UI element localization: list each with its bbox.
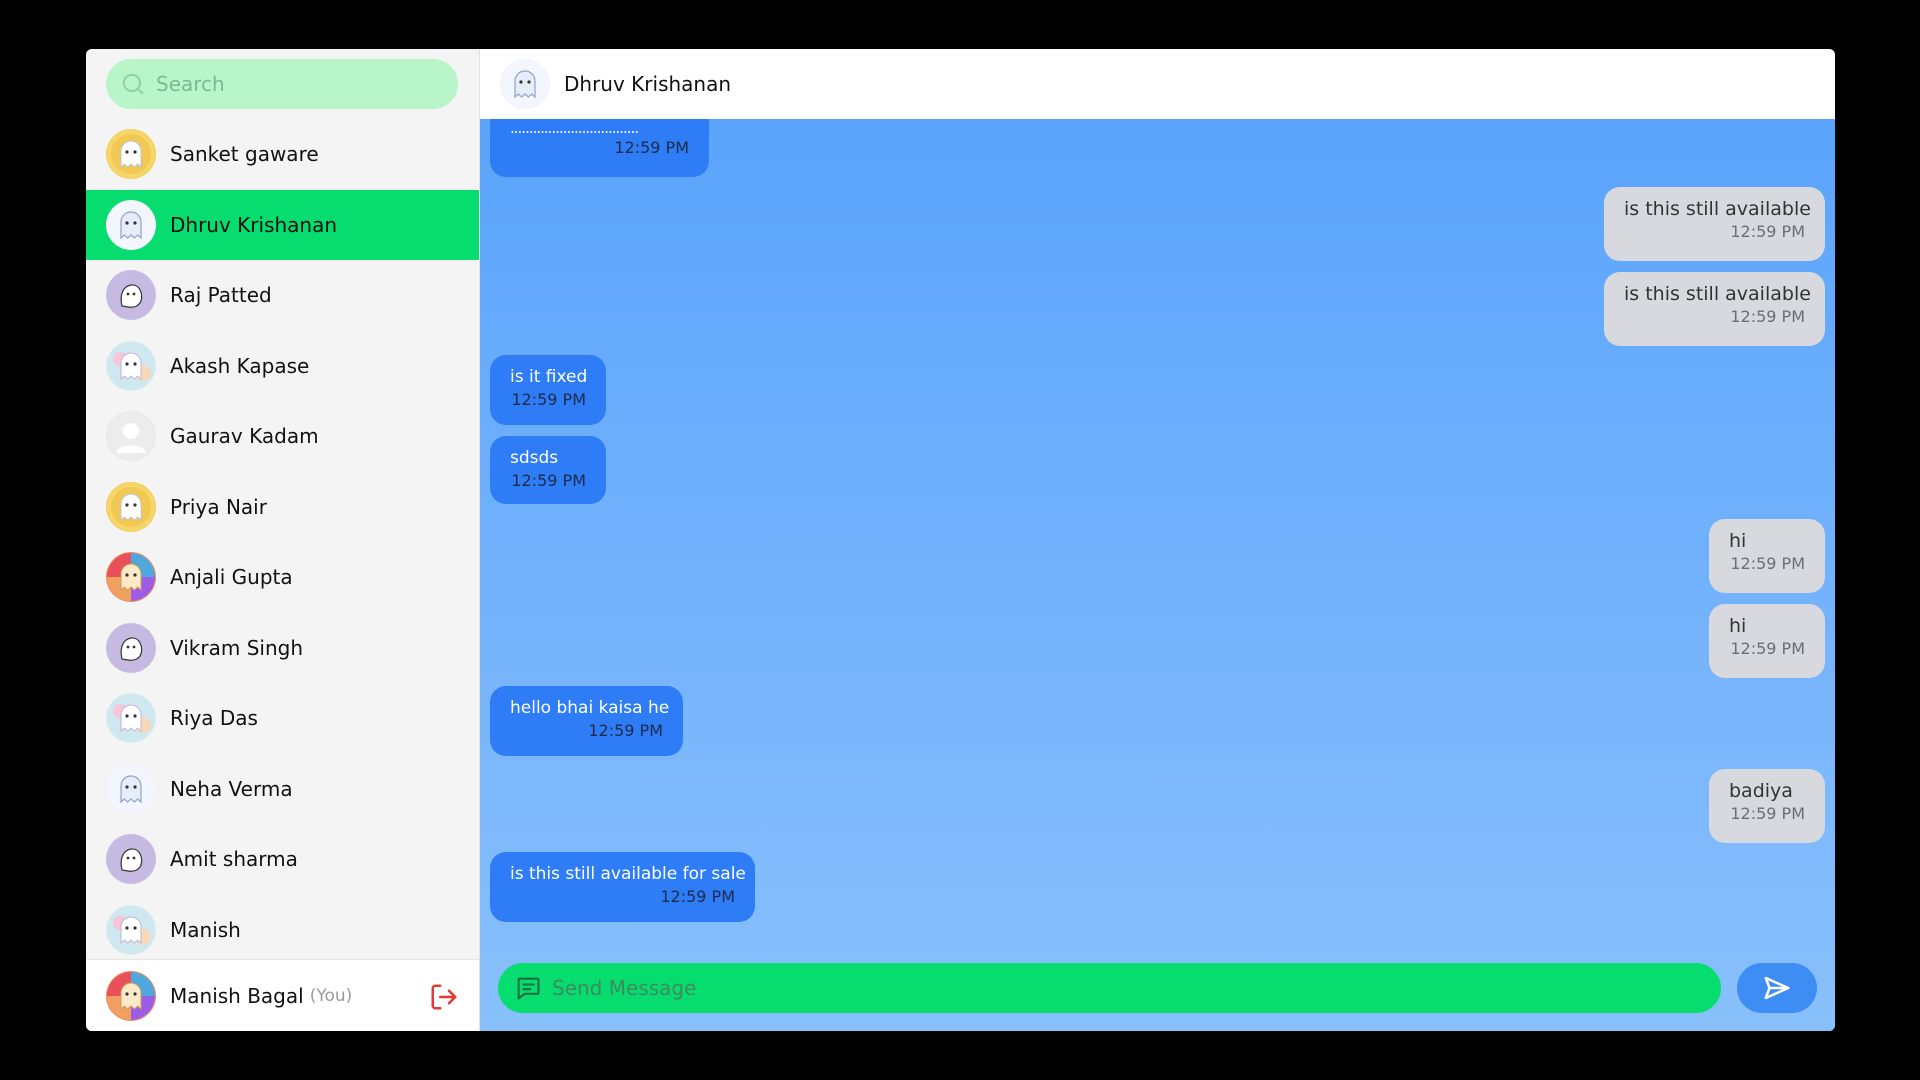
message-outgoing: badiya 12:59 PM [1709,769,1825,843]
contact-item-gaurav-kadam[interactable]: Gaurav Kadam [86,401,479,472]
ghost-rainbow-icon [106,552,156,603]
contact-name: Riya Das [170,706,258,731]
you-label: (You) [309,985,353,1006]
message-incoming: is this still available for sale 12:59 P… [490,852,755,922]
message-time: 12:59 PM [511,390,586,409]
search-box[interactable] [106,59,458,109]
default-user-icon [106,411,156,462]
message-time: 12:59 PM [1730,554,1805,573]
message-list[interactable]: .................................. 12:59… [480,119,1835,945]
contact-item-akash-kapase[interactable]: Akash Kapase [86,331,479,402]
ghost-purple-icon [106,622,156,673]
search-icon [122,73,144,95]
message-outgoing: hi 12:59 PM [1709,604,1825,678]
message-text: is it fixed [510,367,588,387]
message-time: 12:59 PM [660,887,735,906]
contact-item-priya-nair[interactable]: Priya Nair [86,472,479,543]
message-text: hi [1729,530,1747,552]
message-outgoing: is this still available 12:59 PM [1604,187,1825,261]
contact-item-manish[interactable]: Manish [86,895,479,960]
message-text: is this still available [1624,198,1811,220]
message-time: 12:59 PM [511,471,586,490]
chat-header: Dhruv Krishanan [480,49,1835,119]
contact-item-vikram-singh[interactable]: Vikram Singh [86,613,479,684]
contact-name: Manish [170,917,241,942]
message-time: 12:59 PM [1730,222,1805,241]
chat-panel: Dhruv Krishanan ........................… [480,49,1835,1031]
ghost-white-icon [106,199,156,250]
message-incoming: .................................. 12:59… [490,119,709,177]
message-incoming: sdsds 12:59 PM [490,436,606,504]
chat-message-icon [517,977,540,1000]
ghost-white-icon [106,763,156,814]
contact-name: Dhruv Krishanan [170,212,338,237]
message-time: 12:59 PM [1730,307,1805,326]
contact-name: Amit sharma [170,847,298,872]
send-icon [1764,976,1790,1000]
message-time: 12:59 PM [1730,639,1805,658]
contact-name: Anjali Gupta [170,565,293,590]
message-field[interactable] [498,963,1721,1013]
message-incoming: is it fixed 12:59 PM [490,355,606,425]
ghost-rainbow-icon [106,970,156,1021]
message-text: is this still available for sale [510,864,746,884]
ghost-purple-icon [106,834,156,885]
ghost-white-icon[interactable] [500,59,550,109]
contact-name: Priya Nair [170,494,267,519]
contact-name: Sanket gaware [170,142,319,167]
message-text: hi [1729,615,1747,637]
contact-name: Neha Verma [170,776,293,801]
contact-name: Gaurav Kadam [170,424,319,449]
ghost-yellow-icon [106,481,156,532]
message-text: badiya [1729,780,1793,802]
message-time: 12:59 PM [614,138,689,157]
contact-item-sanket-gaware[interactable]: Sanket gaware [86,119,479,190]
current-user-name: Manish Bagal [170,983,304,1008]
logout-icon [431,984,457,1010]
sidebar: Sanket gaware Dhruv Krishanan Raj Patted… [86,49,480,1031]
message-text: is this still available [1624,283,1811,305]
message-outgoing: hi 12:59 PM [1709,519,1825,593]
contact-item-dhruv-krishanan[interactable]: Dhruv Krishanan [86,189,479,260]
search-input[interactable] [154,71,438,97]
contact-name: Vikram Singh [170,635,303,660]
ghost-pastel-icon [106,904,156,955]
message-time: 12:59 PM [588,721,663,740]
contact-item-amit-sharma[interactable]: Amit sharma [86,824,479,895]
contact-name: Akash Kapase [170,353,310,378]
contact-item-raj-patted[interactable]: Raj Patted [86,260,479,331]
contact-item-anjali-gupta[interactable]: Anjali Gupta [86,542,479,613]
contact-name: Raj Patted [170,283,272,308]
message-outgoing: is this still available 12:59 PM [1604,272,1825,346]
message-time: 12:59 PM [1730,804,1805,823]
current-user-bar: Manish Bagal (You) [86,959,479,1031]
chat-app-window: Sanket gaware Dhruv Krishanan Raj Patted… [86,49,1835,1031]
message-text: sdsds [510,448,559,468]
contact-item-neha-verma[interactable]: Neha Verma [86,754,479,825]
message-text: hello bhai kaisa he [510,698,670,718]
message-composer [480,945,1835,1031]
search-bar [86,49,479,119]
chat-contact-name: Dhruv Krishanan [564,72,732,96]
contact-list: Sanket gaware Dhruv Krishanan Raj Patted… [86,119,479,959]
ghost-purple-icon [106,270,156,321]
ghost-pastel-icon [106,693,156,744]
contact-item-riya-das[interactable]: Riya Das [86,683,479,754]
message-input[interactable] [550,975,1704,1001]
logout-button[interactable] [429,982,459,1012]
ghost-pastel-icon [106,340,156,391]
message-incoming: hello bhai kaisa he 12:59 PM [490,686,683,756]
message-text: .................................. [510,119,639,137]
ghost-yellow-icon [106,129,156,180]
send-button[interactable] [1737,963,1817,1013]
